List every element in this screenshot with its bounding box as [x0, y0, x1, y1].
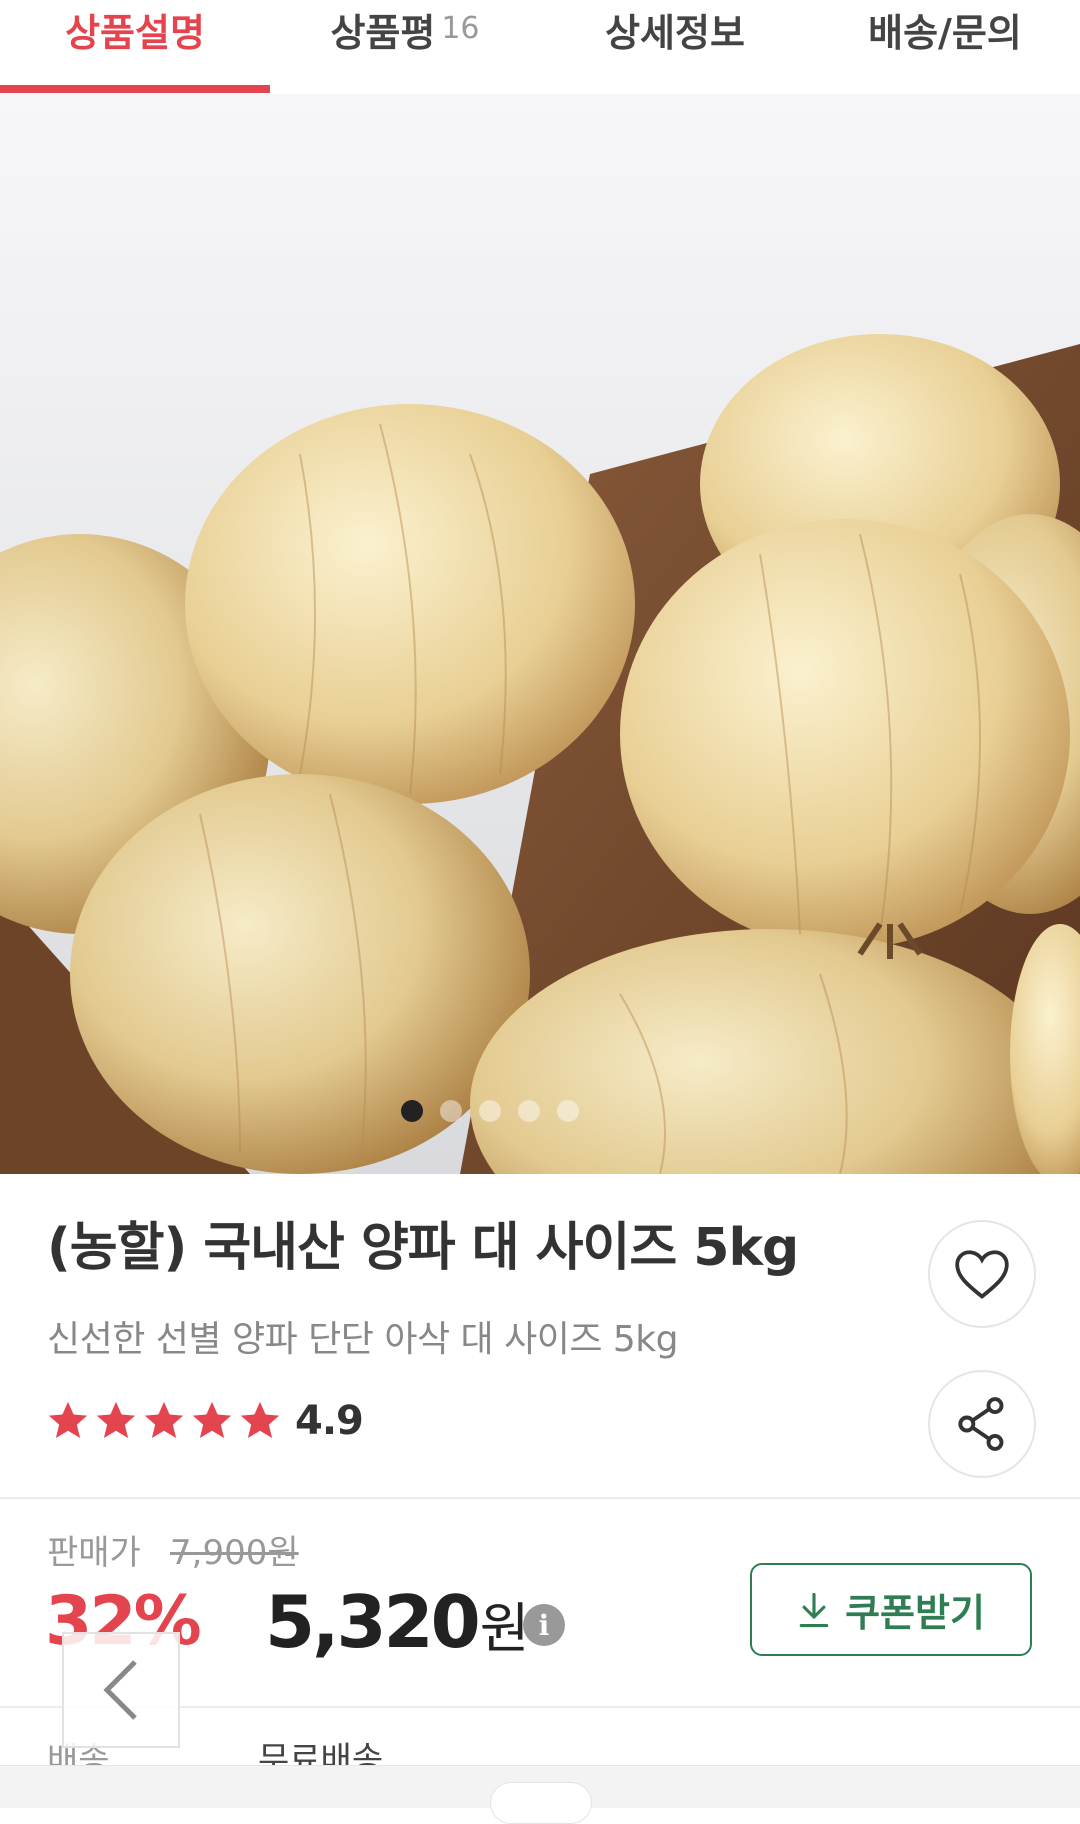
tab-label: 상품설명	[65, 11, 205, 55]
share-button[interactable]	[928, 1370, 1036, 1478]
rating-value: 4.9	[295, 1398, 364, 1444]
coupon-download-button[interactable]: 쿠폰받기	[750, 1563, 1032, 1656]
price-label: 판매가	[47, 1533, 141, 1573]
share-icon	[958, 1397, 1004, 1451]
tab-label: 배송/문의	[868, 11, 1022, 55]
carousel-dot[interactable]	[401, 1100, 423, 1122]
carousel-dot[interactable]	[440, 1100, 462, 1122]
product-subtitle: 신선한 선별 양파 단단 아삭 대 사이즈 5kg	[47, 1319, 679, 1360]
tab-product-description[interactable]: 상품설명	[0, 0, 270, 94]
star-icon	[96, 1401, 136, 1439]
wishlist-button[interactable]	[928, 1220, 1036, 1328]
tab-shipping-inquiry[interactable]: 배송/문의	[810, 0, 1080, 94]
product-image-carousel[interactable]	[0, 94, 1080, 1174]
star-icon	[144, 1401, 184, 1439]
tab-label: 상품평	[330, 11, 436, 55]
onion-product-image	[0, 94, 1080, 1174]
chevron-left-icon	[103, 1660, 137, 1720]
product-title: (농할) 국내산 양파 대 사이즈 5kg	[47, 1218, 799, 1278]
carousel-dot[interactable]	[557, 1100, 579, 1122]
active-tab-indicator	[0, 85, 270, 93]
star-icon	[192, 1401, 232, 1439]
tab-reviews[interactable]: 상품평 16	[270, 0, 540, 94]
star-icon	[48, 1401, 88, 1439]
carousel-dot[interactable]	[479, 1100, 501, 1122]
heart-icon	[955, 1250, 1009, 1299]
sale-price-unit: 원	[479, 1597, 530, 1660]
star-icon	[240, 1401, 280, 1439]
back-button[interactable]	[62, 1632, 180, 1748]
price-info-icon[interactable]: i	[523, 1604, 565, 1646]
section-divider	[0, 1497, 1080, 1499]
carousel-dots	[0, 1100, 1030, 1122]
bottom-handle[interactable]	[490, 1782, 592, 1824]
carousel-dot[interactable]	[518, 1100, 540, 1122]
product-tabs: 상품설명 상품평 16 상세정보 배송/문의	[0, 0, 1080, 95]
tab-details[interactable]: 상세정보	[540, 0, 810, 94]
sale-price: 5,320원	[265, 1580, 529, 1664]
original-price: 7,900원	[170, 1533, 299, 1573]
tab-label: 상세정보	[605, 11, 745, 55]
sale-price-amount: 5,320	[265, 1580, 481, 1664]
download-icon	[799, 1592, 829, 1627]
coupon-label: 쿠폰받기	[845, 1591, 985, 1635]
product-rating[interactable]: 4.9	[45, 1398, 364, 1444]
review-count: 16	[441, 11, 480, 46]
